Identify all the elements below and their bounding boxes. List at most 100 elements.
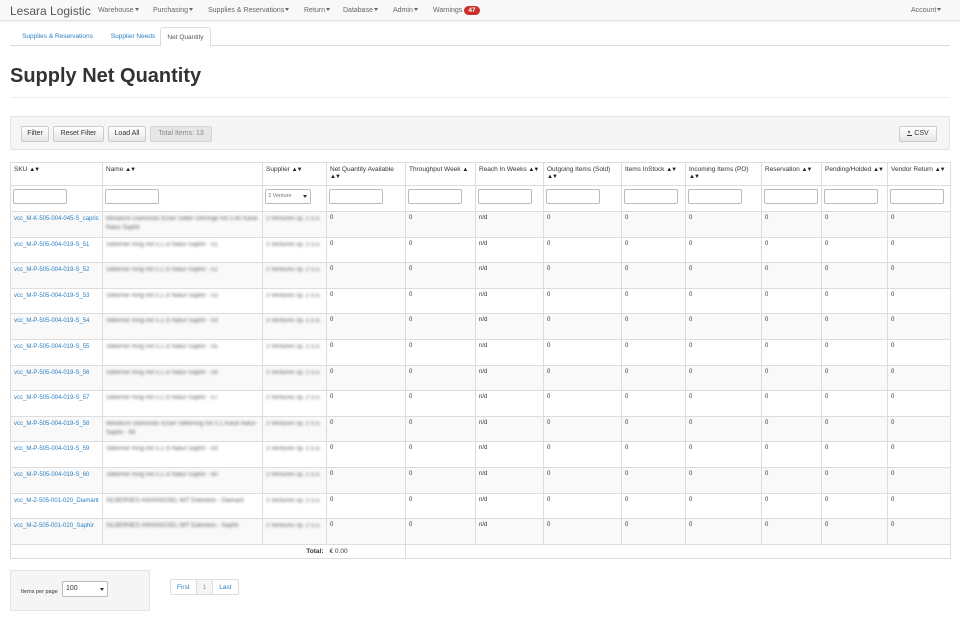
sort-arrows-icon[interactable]: ▲▼ — [802, 167, 813, 173]
sku-link[interactable]: vcc_M-Z-505-001-020_Diamant — [14, 498, 99, 504]
sku-link[interactable]: vcc_M-P-505-004-019-S_59 — [14, 446, 89, 452]
sort-arrows-icon[interactable]: ▲▼ — [547, 174, 558, 180]
sku-link[interactable]: vcc_M-P-505-004-019-S_60 — [14, 472, 89, 478]
nav-account[interactable]: Account — [911, 7, 942, 14]
column-filter-input[interactable] — [764, 189, 818, 204]
cell-value: 0 — [689, 317, 693, 324]
column-header[interactable]: Incoming Items (PO) ▲▼ — [685, 162, 762, 186]
sort-arrows-icon[interactable]: ▲▼ — [125, 167, 136, 173]
load-all-button[interactable]: Load All — [108, 126, 146, 142]
nav-database[interactable]: Database — [343, 7, 378, 14]
column-filter-input[interactable] — [13, 189, 67, 204]
supplier-filter-select[interactable]: 3 Venture — [265, 189, 311, 204]
cell-value: 0 — [765, 419, 769, 426]
supplier-name-cell: 3 Ventures sp. z o.o. — [262, 313, 327, 340]
supplier-name-cell: 3 Ventures sp. z o.o. — [262, 338, 327, 366]
filter-button[interactable]: Filter — [21, 126, 49, 142]
sort-arrows-icon[interactable]: ▲▼ — [666, 167, 677, 173]
table-row: vcc_M-Z-505-001-020_Saphir SILBERNES ANHÄ… — [10, 518, 951, 545]
cell-value-cell: 0 — [405, 287, 476, 315]
sku-link[interactable]: vcc_M-P-505-004-019-S_55 — [14, 344, 89, 350]
items-per-page-select[interactable]: 100 — [62, 581, 108, 597]
sort-arrows-icon[interactable]: ▲▼ — [873, 167, 884, 173]
column-filter-input[interactable] — [624, 189, 678, 204]
column-header[interactable]: Throughput Week ▲ — [405, 162, 476, 186]
sku-link[interactable]: vcc_M-P-505-004-019-S_58 — [14, 421, 89, 427]
reset-filter-button[interactable]: Reset Filter — [53, 126, 104, 142]
column-header[interactable]: Supplier ▲▼ — [262, 162, 327, 186]
product-name: Silberner Ring mit 0,1 ct Natur-Saphir -… — [106, 446, 218, 453]
column-header[interactable]: SKU ▲▼ — [10, 162, 103, 186]
sku-link-cell: vcc_M-P-505-004-019-S_55 — [10, 338, 103, 366]
cell-value: 0 — [547, 317, 551, 324]
sort-arrows-icon[interactable]: ▲▼ — [29, 167, 40, 173]
cell-value-cell: 0 — [821, 390, 888, 417]
sku-link[interactable]: vcc_M-P-505-004-019-S_54 — [14, 318, 89, 324]
column-header[interactable]: Outgoing Items (Sold) ▲▼ — [543, 162, 622, 186]
table-filter-row: 3 Venture — [10, 185, 951, 212]
total-label: Total: — [10, 543, 327, 559]
sku-link-cell: vcc_M-P-505-004-019-S_51 — [10, 236, 103, 264]
nav-supplies-reservations[interactable]: Supplies & Reservations — [208, 7, 290, 14]
column-header[interactable]: Pending/Holded ▲▼ — [821, 162, 888, 186]
csv-button[interactable]: CSV — [899, 126, 937, 142]
column-filter-input[interactable] — [688, 189, 742, 204]
sort-arrows-icon[interactable]: ▲▼ — [528, 167, 539, 173]
table-row: vcc_M-P-505-004-019-S_51 Silberner Ring m… — [10, 236, 951, 264]
nav-purchasing[interactable]: Purchasing — [153, 7, 194, 14]
pagination-first[interactable]: First — [170, 579, 197, 595]
column-filter-input[interactable] — [329, 189, 383, 204]
cell-value: 0 — [689, 470, 693, 477]
cell-value-cell: 0 — [405, 441, 476, 468]
column-header[interactable]: Net Quantity Available ▲▼ — [326, 162, 406, 186]
cell-value-cell: 0 — [821, 492, 888, 520]
product-name: SILBERNES ANHÄNGSEL MIT Edelstein - Diam… — [106, 497, 244, 504]
sort-arrows-icon[interactable]: ▲ — [462, 167, 468, 173]
cell-value: 0 — [625, 266, 629, 273]
column-header[interactable]: Items InStock ▲▼ — [621, 162, 686, 186]
column-header[interactable]: Reservation ▲▼ — [761, 162, 822, 186]
sku-link[interactable]: vcc_M-Z-505-001-020_Saphir — [14, 523, 94, 529]
sku-link[interactable]: vcc_M-P-505-004-019-S_52 — [14, 267, 89, 273]
cell-value: 0 — [547, 266, 551, 273]
sort-arrows-icon[interactable]: ▲▼ — [935, 167, 946, 173]
sort-arrows-icon[interactable]: ▲▼ — [689, 174, 700, 180]
cell-value-cell: n/d — [475, 441, 544, 468]
brand-logo[interactable]: Lesara Logistic — [10, 4, 91, 18]
sku-link-cell: vcc_M-Z-505-001-020_Diamant — [10, 492, 103, 520]
cell-value-cell: 0 — [543, 492, 622, 520]
sku-link[interactable]: vcc_M-P-505-004-019-S_57 — [14, 395, 89, 401]
tab-supplier-needs[interactable]: Supplier Needs — [105, 27, 161, 46]
column-filter-input[interactable] — [408, 189, 462, 204]
tab-net-quantity[interactable]: Net Quantity — [160, 27, 211, 47]
cell-value: 0 — [330, 496, 334, 503]
cell-value-cell: 0 — [761, 364, 822, 392]
nav-admin[interactable]: Admin — [393, 7, 418, 14]
column-filter-input[interactable] — [478, 189, 532, 204]
cell-value: 0 — [765, 342, 769, 349]
column-filter-input[interactable] — [105, 189, 159, 204]
sort-arrows-icon[interactable]: ▲▼ — [330, 174, 341, 180]
column-header[interactable]: Vendor Return ▲▼ — [887, 162, 951, 186]
column-header[interactable]: Reach In Weeks ▲▼ — [475, 162, 544, 186]
sku-link[interactable]: vcc_M-P-505-004-019-S_53 — [14, 293, 89, 299]
sku-link[interactable]: vcc_M-K-505-004-045-S_capric — [14, 216, 99, 222]
column-header[interactable]: Name ▲▼ — [102, 162, 263, 186]
column-filter-input[interactable] — [546, 189, 600, 204]
cell-value-cell: 0 — [326, 364, 406, 392]
nav-warehouse[interactable]: Warehouse — [98, 7, 139, 14]
column-filter-input[interactable] — [890, 189, 944, 204]
chevron-down-icon — [413, 8, 418, 11]
sku-link[interactable]: vcc_M-P-505-004-019-S_56 — [14, 370, 89, 376]
nav-warnings[interactable]: Warnings 47 — [433, 6, 480, 15]
chevron-down-icon — [285, 8, 290, 11]
sort-arrows-icon[interactable]: ▲▼ — [292, 167, 303, 173]
tab-supplies-reservations[interactable]: Supplies & Reservations — [10, 27, 105, 46]
sku-link[interactable]: vcc_M-P-505-004-019-S_51 — [14, 242, 89, 248]
product-name: Silberner Ring mit 0,1 ct Natur-Saphir -… — [106, 267, 218, 274]
column-filter-input[interactable] — [824, 189, 878, 204]
sku-link-cell: vcc_M-K-505-004-045-S_capric — [10, 211, 103, 238]
nav-return[interactable]: Return — [304, 7, 331, 14]
cell-value-cell: 0 — [326, 415, 406, 443]
pagination-last[interactable]: Last — [212, 579, 239, 595]
